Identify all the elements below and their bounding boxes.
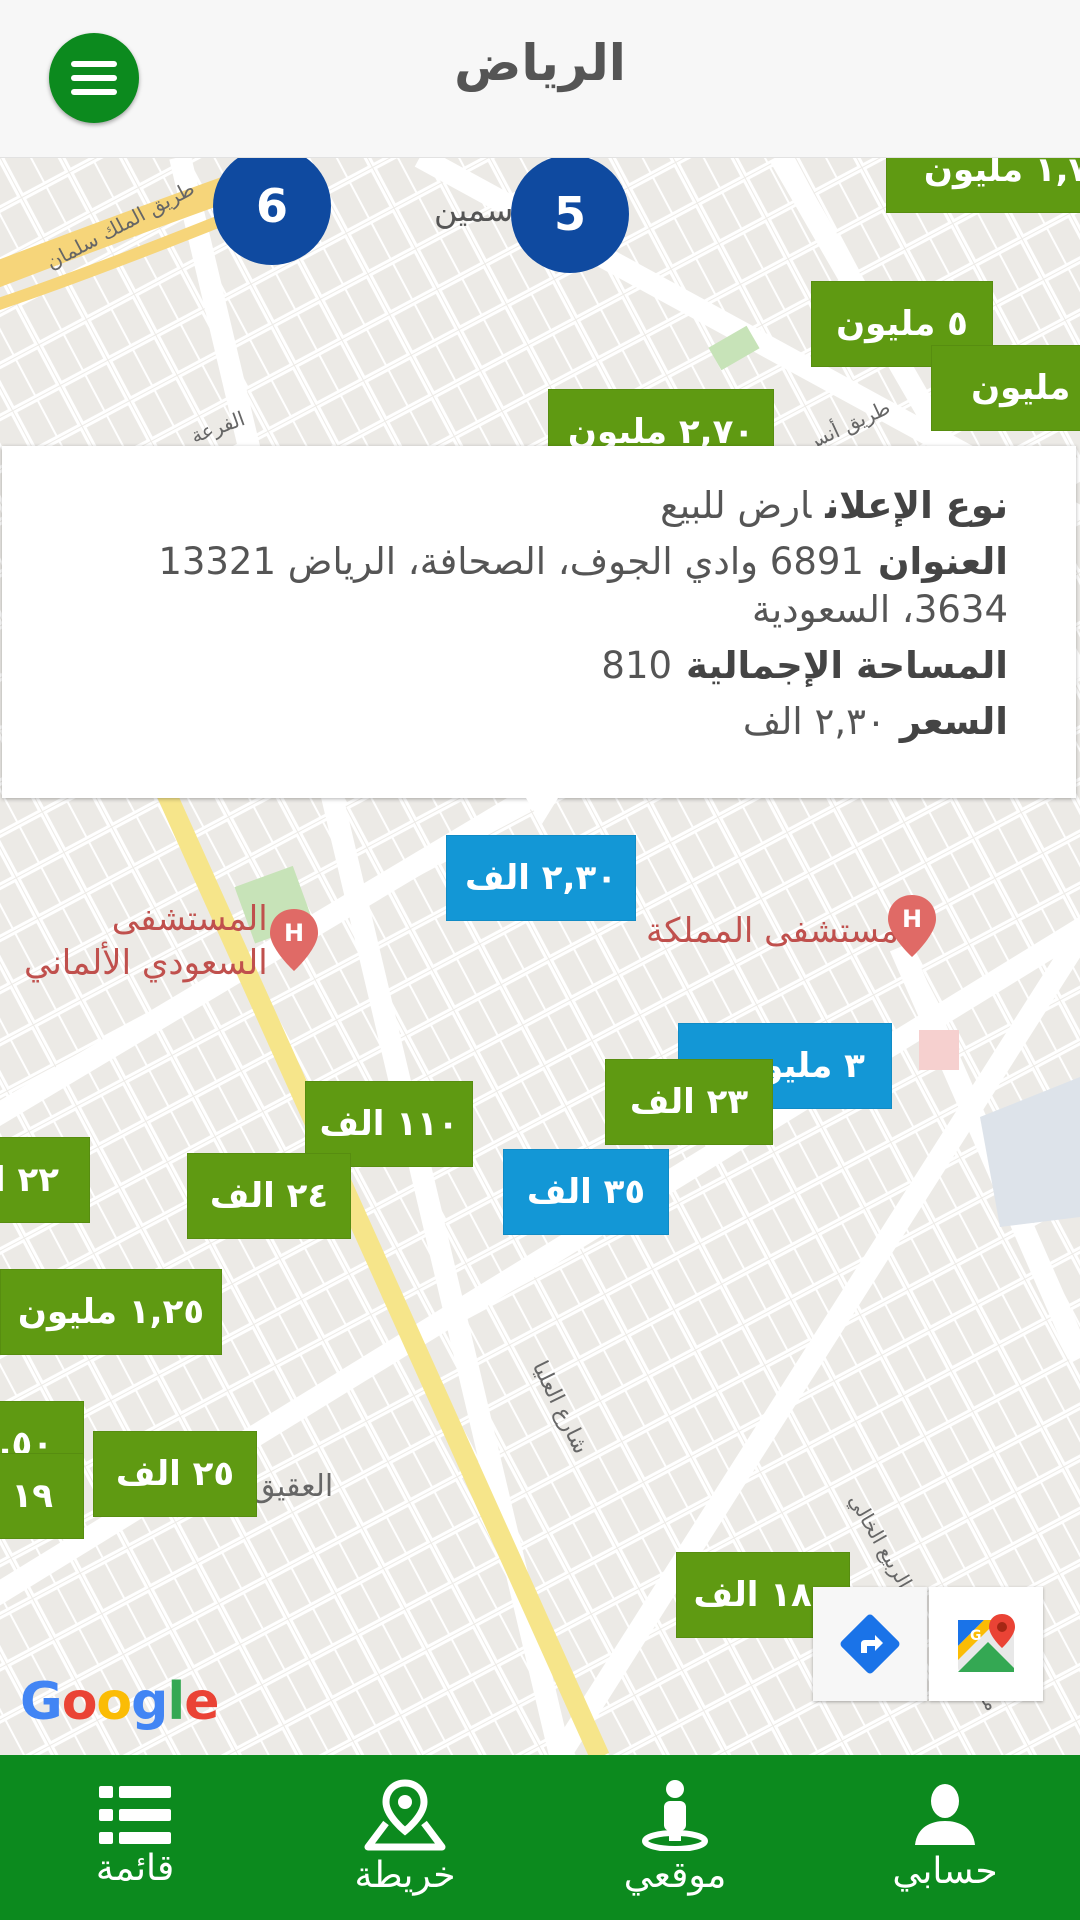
hospital-label: مستشفى المملكة [646,911,899,951]
info-area-label: المساحة الإجمالية [686,644,1008,687]
price-pin[interactable]: ١٩ الف [0,1453,84,1539]
hospital-label: المستشفى السعودي الألماني [24,899,268,983]
price-pin[interactable]: ٣ مليون [931,345,1080,431]
info-price-row: السعر ٢,٣٠ الف [42,698,1008,746]
info-price-label: السعر [899,700,1008,743]
list-icon [99,1786,171,1844]
info-type-row: نوع الإعلان ارض للبيع [42,482,1008,530]
info-area-value: 810 [601,644,673,687]
bottom-navigation: قائمة خريطة موقعي حسابي [0,1755,1080,1920]
nav-list[interactable]: قائمة [0,1755,270,1920]
open-google-maps-button[interactable]: G [929,1587,1043,1701]
info-address-label: العنوان [877,540,1008,583]
hospital-marker-icon[interactable]: H [888,895,936,957]
svg-text:H: H [284,919,304,947]
info-address-row: العنوان6891 وادي الجوف، الصحافة، الرياض … [42,538,1008,634]
price-pin-selected[interactable]: ٢,٣٠ الف [446,835,636,921]
info-type-label: نوع الإعلان [825,484,1008,527]
app-header: الرياض [0,0,1080,158]
directions-icon [840,1614,900,1674]
svg-text:H: H [902,905,922,933]
svg-text:G: G [970,1628,982,1644]
listing-info-window[interactable]: نوع الإعلان ارض للبيع العنوان6891 وادي ال… [2,446,1076,824]
info-area-row: المساحة الإجمالية 810 [42,642,1008,690]
price-pin[interactable]: ١,٢٥ مليون [0,1269,222,1355]
nav-account-label: حسابي [892,1851,998,1892]
price-pin[interactable]: ٢٤ الف [187,1153,351,1239]
nav-my-location[interactable]: موقعي [540,1755,810,1920]
nav-my-location-label: موقعي [623,1855,727,1896]
map-view[interactable]: طريق الملك سلمان سمين الفرعة طريق أنس بن… [0,157,1080,1755]
price-pin[interactable]: ٣٥ الف [503,1149,669,1235]
price-pin[interactable]: ٢٢ الف [0,1137,90,1223]
page-title: الرياض [454,34,626,92]
google-logo: Google [20,1672,220,1732]
price-pin[interactable]: ٢٥ الف [93,1431,257,1517]
hospital-marker-icon[interactable]: H [270,909,318,971]
nav-map[interactable]: خريطة [270,1755,540,1920]
street-label-aqiq: العقيق [252,1469,334,1504]
directions-button[interactable] [813,1587,927,1701]
my-location-person-icon [642,1780,708,1851]
account-person-icon [915,1784,975,1845]
street-label-yasmin: سمين [434,191,514,229]
google-maps-icon: G [958,1614,1015,1672]
map-pin-icon [364,1779,446,1851]
info-type-value: ارض للبيع [660,484,812,527]
info-price-value: ٢,٣٠ الف [742,700,886,743]
cluster-marker[interactable]: 5 [511,157,629,273]
nav-list-label: قائمة [95,1848,175,1889]
nav-account[interactable]: حسابي [810,1755,1080,1920]
price-pin[interactable]: ١,٧٠ مليون [886,157,1080,213]
nav-map-label: خريطة [354,1855,456,1896]
price-pin[interactable]: ٢٣ الف [605,1059,773,1145]
